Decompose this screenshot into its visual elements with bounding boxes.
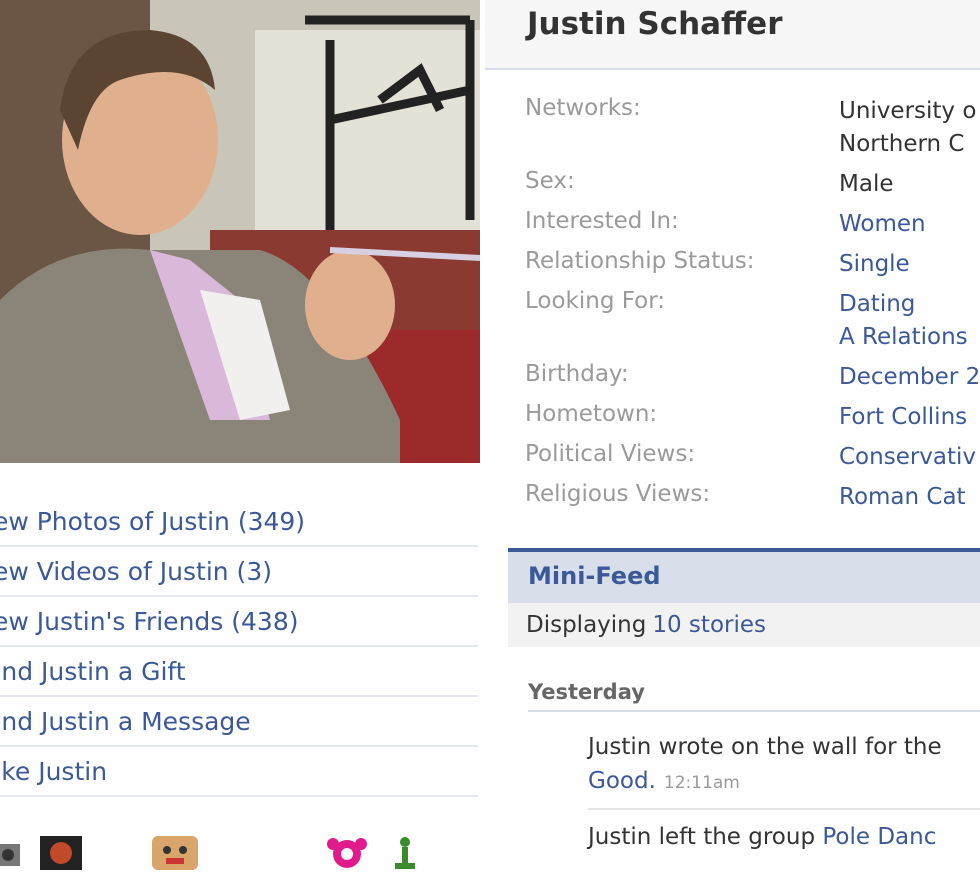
view-photos-link[interactable]: iew Photos of Justin (349) bbox=[0, 497, 478, 547]
info-label: Religious Views: bbox=[525, 481, 711, 507]
face-app-icon[interactable] bbox=[152, 836, 198, 874]
view-friends-link[interactable]: iew Justin's Friends (438) bbox=[0, 597, 478, 647]
minifeed-title[interactable]: Mini-Feed bbox=[528, 562, 661, 590]
info-label: Relationship Status: bbox=[525, 248, 755, 274]
photo-app-icon[interactable] bbox=[40, 836, 82, 874]
info-value[interactable]: Roman Cat bbox=[839, 481, 966, 514]
day-header: Yesterday bbox=[528, 680, 980, 712]
basic-info: Networks: University o Northern C Sex: M… bbox=[525, 95, 980, 521]
info-value[interactable]: Conservativ bbox=[839, 441, 976, 474]
profile-header: Justin Schaffer bbox=[485, 0, 980, 70]
info-row-religious-views: Religious Views: Roman Cat bbox=[525, 481, 980, 521]
story-divider bbox=[588, 808, 980, 810]
figure-icon[interactable] bbox=[392, 836, 418, 874]
displaying-stories: Displaying 10 stories bbox=[508, 603, 980, 647]
info-row-looking-for: Looking For: Dating A Relations bbox=[525, 288, 980, 361]
view-videos-link[interactable]: iew Videos of Justin (3) bbox=[0, 547, 478, 597]
camera-icon[interactable] bbox=[0, 836, 22, 872]
info-label: Interested In: bbox=[525, 208, 679, 234]
minifeed-header: Mini-Feed bbox=[508, 548, 980, 604]
info-value[interactable]: Fort Collins bbox=[839, 401, 967, 434]
info-row-relationship: Relationship Status: Single bbox=[525, 248, 980, 288]
info-row-birthday: Birthday: December 2 bbox=[525, 361, 980, 401]
feed-story: Justin wrote on the wall for the Good. 12… bbox=[588, 730, 980, 800]
info-row-political-views: Political Views: Conservativ bbox=[525, 441, 980, 481]
story-text: Justin left the group bbox=[588, 824, 816, 850]
displaying-prefix: Displaying bbox=[526, 612, 647, 638]
info-label: Birthday: bbox=[525, 361, 629, 387]
info-value: Male bbox=[839, 171, 894, 197]
profile-photo[interactable] bbox=[0, 0, 480, 463]
application-icons bbox=[0, 832, 480, 872]
story-time: 12:11am bbox=[663, 773, 740, 793]
info-row-networks: Networks: University o Northern C bbox=[525, 95, 980, 168]
send-message-link[interactable]: end Justin a Message bbox=[0, 697, 478, 747]
info-value[interactable]: University o Northern C bbox=[839, 95, 976, 161]
send-gift-link[interactable]: end Justin a Gift bbox=[0, 647, 478, 697]
info-label: Political Views: bbox=[525, 441, 696, 467]
story-text: Justin wrote on the wall for the bbox=[588, 734, 942, 760]
info-value[interactable]: Women bbox=[839, 208, 926, 241]
group-link[interactable]: Pole Danc bbox=[822, 824, 936, 850]
stories-count-link[interactable]: 10 stories bbox=[646, 612, 766, 638]
flower-icon[interactable] bbox=[325, 836, 369, 874]
info-row-interested-in: Interested In: Women bbox=[525, 208, 980, 248]
info-label: Networks: bbox=[525, 95, 641, 121]
feed-story: Justin left the group Pole Danc bbox=[588, 820, 980, 854]
poke-link[interactable]: oke Justin bbox=[0, 747, 478, 797]
info-row-hometown: Hometown: Fort Collins bbox=[525, 401, 980, 441]
info-label: Looking For: bbox=[525, 288, 666, 314]
info-value[interactable]: December 2 bbox=[839, 361, 980, 394]
info-label: Sex: bbox=[525, 168, 575, 194]
info-value[interactable]: Dating A Relations bbox=[839, 288, 968, 354]
profile-name[interactable]: Justin Schaffer bbox=[527, 6, 782, 42]
story-link[interactable]: Good. bbox=[588, 768, 656, 794]
profile-actions: iew Photos of Justin (349) iew Videos of… bbox=[0, 497, 478, 797]
info-row-sex: Sex: Male bbox=[525, 168, 980, 208]
info-label: Hometown: bbox=[525, 401, 658, 427]
info-value[interactable]: Single bbox=[839, 248, 910, 281]
